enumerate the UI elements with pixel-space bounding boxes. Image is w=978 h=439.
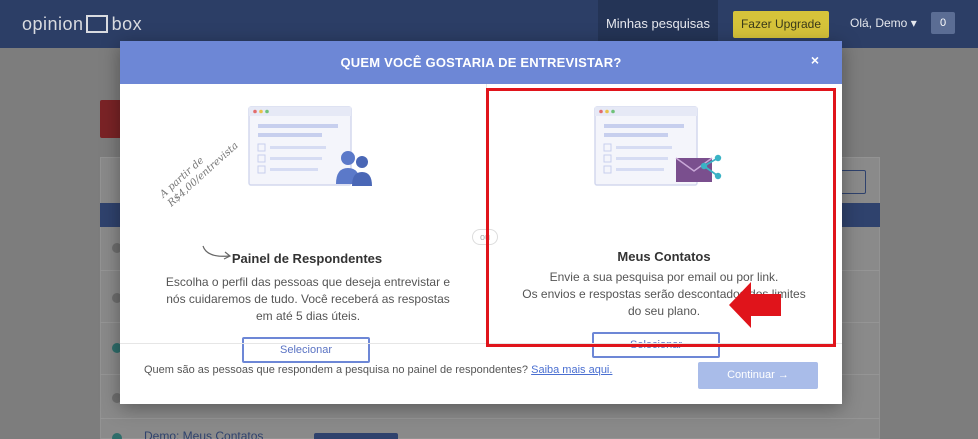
logo-box-icon <box>85 15 108 33</box>
notifications-badge[interactable]: 0 <box>931 12 955 34</box>
logo-text-left: opinion <box>22 14 84 34</box>
opinionbox-logo[interactable]: opinion box <box>22 14 142 35</box>
footer-question: Quem são as pessoas que respondem a pesq… <box>144 364 529 376</box>
modal-title: QUEM VOCÊ GOSTARIA DE ENTREVISTAR? <box>340 55 622 70</box>
continue-button[interactable]: Continuar → <box>698 362 818 389</box>
footer-help-text: Quem são as pessoas que respondem a pesq… <box>144 364 612 376</box>
close-icon[interactable]: × <box>808 52 822 72</box>
description-line: nós cuidaremos de tudo. Você receberá as… <box>166 292 450 306</box>
background-status-dot <box>112 433 122 439</box>
user-menu[interactable]: Olá, Demo ▾ <box>850 16 917 30</box>
background-list-item: Demo: Meus Contatos <box>144 429 264 439</box>
respondent-panel-title: Painel de Respondentes <box>231 251 383 266</box>
caret-down-icon: ▾ <box>910 16 917 30</box>
respondent-panel-illustration <box>248 106 372 186</box>
description-line: em até 5 dias úteis. <box>255 309 361 323</box>
description-line: Escolha o perfil das pessoas que deseja … <box>165 275 451 289</box>
respondent-panel-description: Escolha o perfil das pessoas que deseja … <box>148 274 468 325</box>
logo-text-right: box <box>111 14 143 34</box>
price-note: A partir de R$4,00/entrevista <box>158 131 241 209</box>
red-arrow-icon <box>729 282 781 328</box>
learn-more-link[interactable]: Saiba mais aqui. <box>531 364 612 376</box>
modal-header: QUEM VOCÊ GOSTARIA DE ENTREVISTAR? × <box>120 41 842 84</box>
background-row-divider <box>100 418 880 419</box>
highlight-box <box>486 88 836 347</box>
background-tag <box>314 433 398 439</box>
user-greeting: Olá, Demo <box>850 16 908 30</box>
modal-footer: Quem são as pessoas que respondem a pesq… <box>120 343 842 404</box>
upgrade-button[interactable]: Fazer Upgrade <box>733 11 829 38</box>
option-respondent-panel: A partir de R$4,00/entrevista Painel de … <box>120 84 486 363</box>
